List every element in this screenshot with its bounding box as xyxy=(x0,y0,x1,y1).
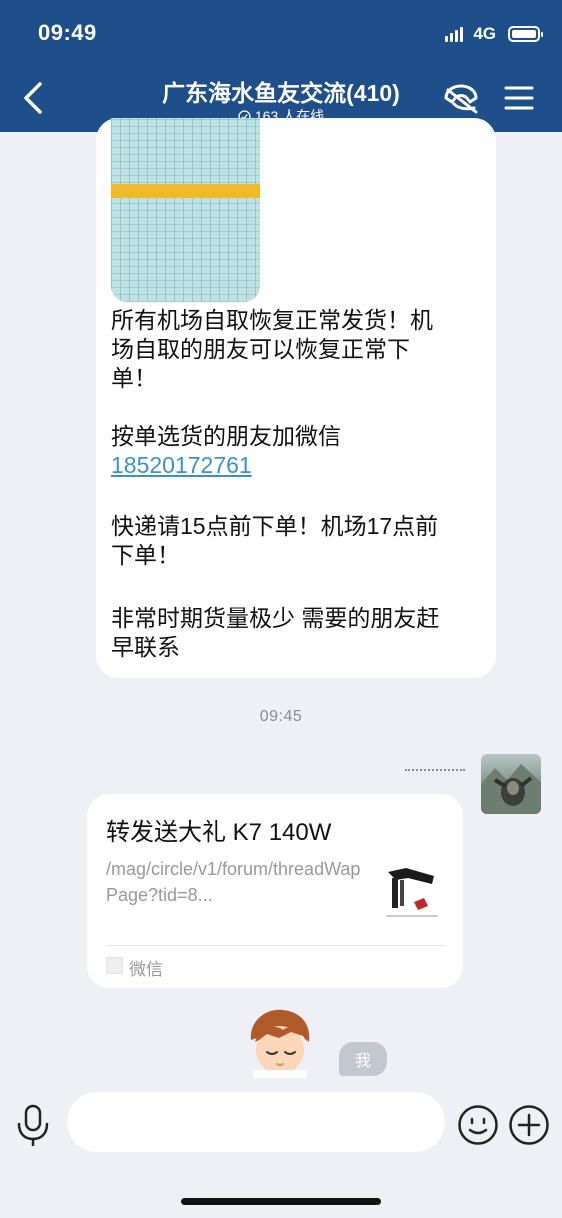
cartoon-avatar[interactable] xyxy=(245,1006,315,1078)
message-input[interactable] xyxy=(67,1092,445,1152)
call-icon[interactable] xyxy=(440,82,482,118)
mic-icon[interactable] xyxy=(15,1104,51,1146)
card-title: 转发送大礼 K7 140W xyxy=(106,819,332,846)
network-type: 4G xyxy=(473,24,496,43)
status-indicators: 4G xyxy=(445,24,543,44)
message-line: 早联系 xyxy=(111,634,180,660)
avatar[interactable] xyxy=(481,754,541,814)
plus-icon[interactable] xyxy=(508,1104,550,1146)
card-url: /mag/circle/v1/forum/threadWapPage?tid=8… xyxy=(106,859,361,905)
sender-name-placeholder xyxy=(405,769,465,773)
message-line: 所有机场自取恢复正常发货！机 xyxy=(111,307,433,333)
emoji-icon[interactable] xyxy=(457,1104,499,1146)
home-indicator[interactable] xyxy=(181,1198,381,1205)
menu-icon[interactable] xyxy=(504,84,534,112)
message-line: 下单！ xyxy=(111,542,180,568)
signal-icon xyxy=(445,26,464,42)
status-time: 09:49 xyxy=(38,20,97,45)
message-line: 快递请15点前下单！机场17点前 xyxy=(111,513,439,539)
me-badge: 我 xyxy=(339,1042,387,1076)
price-list-image[interactable] xyxy=(111,118,260,302)
phone-link[interactable]: 18520172761 xyxy=(111,451,252,480)
product-thumbnail xyxy=(378,858,446,928)
time-divider: 09:45 xyxy=(259,708,303,725)
avatar-image xyxy=(481,764,541,814)
header: 09:49 4G 广东海水鱼友交流(410) 163 人在线 xyxy=(0,0,562,132)
message-line: 按单选货的朋友加微信 xyxy=(111,423,341,449)
message-line: 场自取的朋友可以恢复正常下 xyxy=(111,336,410,362)
message-line: 单！ xyxy=(111,365,157,391)
message-line: 非常时期货量极少 需要的朋友赶 xyxy=(111,605,440,631)
card-source: 微信 xyxy=(129,960,163,979)
battery-icon xyxy=(508,26,543,42)
wechat-icon xyxy=(106,957,123,974)
card-divider xyxy=(106,945,446,946)
